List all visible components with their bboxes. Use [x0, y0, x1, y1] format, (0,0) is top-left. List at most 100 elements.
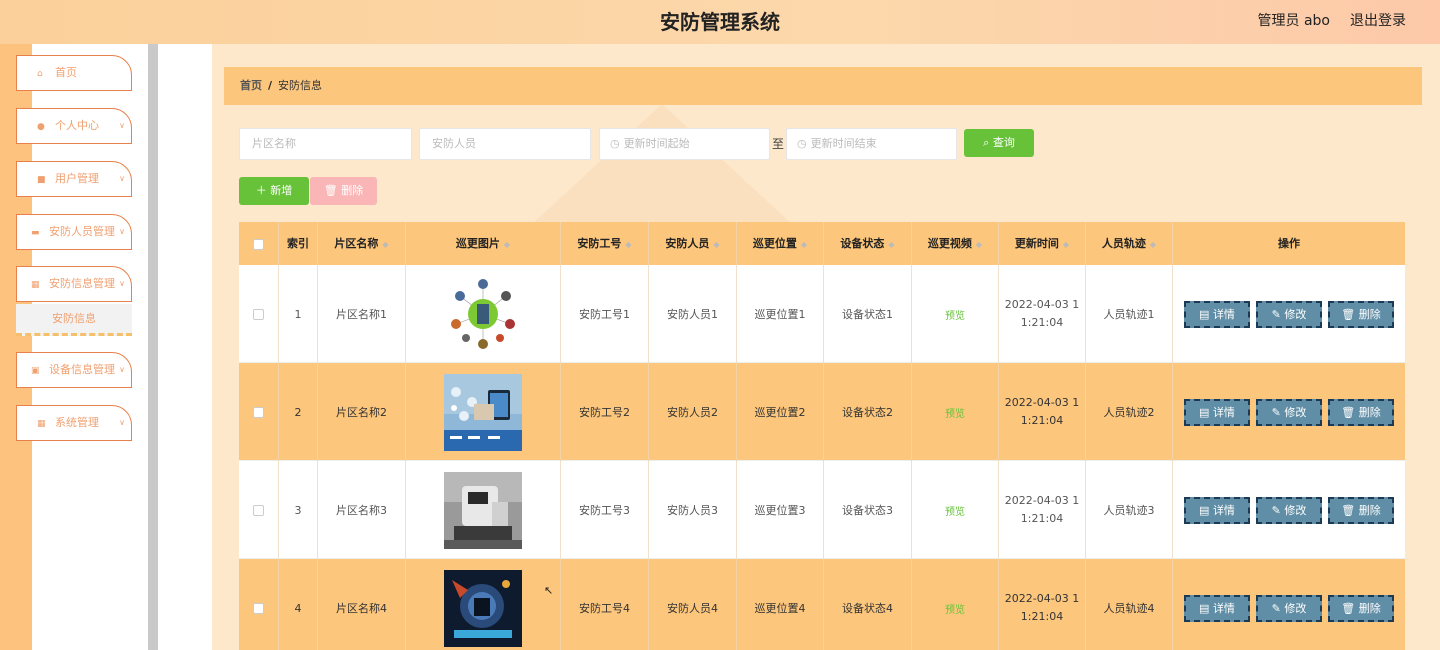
edit-button[interactable]: ✎ 修改: [1256, 398, 1322, 426]
sort-icon: ◆: [1062, 240, 1070, 249]
time-cell: 2022-04-03 1 1:21:04: [999, 559, 1086, 650]
video-cell: 预览: [912, 363, 999, 461]
breadcrumb-home[interactable]: 首页: [240, 79, 262, 92]
col-header[interactable]: 安防人员 ◆: [649, 222, 737, 265]
detail-button[interactable]: ▤ 详情: [1184, 300, 1250, 328]
sidebar-item-home[interactable]: ⌂ 首页: [16, 55, 132, 91]
ops-cell: ▤ 详情 ✎ 修改 🗑 删除: [1173, 265, 1405, 363]
job-no-cell: 安防工号2: [561, 363, 649, 461]
position-cell: 巡更位置2: [737, 363, 824, 461]
breadcrumb: 首页 / 安防信息: [224, 67, 1422, 105]
search-button[interactable]: ⌕ 查询: [964, 129, 1034, 157]
delete-button[interactable]: 🗑 删除: [1328, 496, 1394, 524]
table-row: 3 片区名称3 安防工号3 安防人员3 巡更位置3 设备状态3 预览 2022-…: [239, 461, 1405, 559]
breadcrumb-separator: /: [268, 79, 273, 92]
sort-icon: ◆: [1149, 240, 1157, 249]
detail-button[interactable]: ▤ 详情: [1184, 496, 1250, 524]
sidebar-item-devices[interactable]: ▣ 设备信息管理 ∨: [16, 352, 132, 388]
ops-cell: ▤ 详情 ✎ 修改 🗑 删除: [1173, 559, 1405, 650]
job-no-cell: 安防工号4: [561, 559, 649, 650]
video-preview-link[interactable]: 预览: [945, 307, 965, 322]
sidebar-item-system[interactable]: ▦ 系统管理 ∨: [16, 405, 132, 441]
batch-delete-button[interactable]: 🗑 删除: [310, 177, 377, 205]
sidebar-item-users[interactable]: ■ 用户管理 ∨: [16, 161, 132, 197]
chevron-up-icon: ∨: [119, 279, 125, 288]
time-cell: 2022-04-03 1 1:21:04: [999, 363, 1086, 461]
row-checkbox[interactable]: [253, 602, 264, 614]
end-time-input[interactable]: ◷ 更新时间结束: [786, 128, 957, 160]
patrol-image[interactable]: [444, 275, 522, 353]
edit-button[interactable]: ✎ 修改: [1256, 300, 1322, 328]
col-header[interactable]: 更新时间 ◆: [999, 222, 1086, 265]
add-button[interactable]: ＋ 新增: [239, 177, 309, 205]
delete-button[interactable]: 🗑 删除: [1328, 398, 1394, 426]
security-person-input[interactable]: 安防人员: [419, 128, 591, 160]
row-checkbox[interactable]: [253, 504, 264, 516]
col-header[interactable]: 巡更位置 ◆: [737, 222, 824, 265]
area-name-input[interactable]: 片区名称: [239, 128, 412, 160]
col-header[interactable]: 安防工号 ◆: [561, 222, 649, 265]
start-time-input[interactable]: ◷ 更新时间起始: [599, 128, 770, 160]
sort-icon: ◆: [975, 240, 983, 249]
status-cell: 设备状态1: [824, 265, 912, 363]
table-header: 索引 片区名称 ◆ 巡更图片 ◆ 安防工号 ◆ 安防人员 ◆ 巡更位置 ◆ 设备状态 ◆ 巡…: [239, 222, 1405, 265]
patrol-image[interactable]: [444, 471, 522, 549]
area-cell: 片区名称1: [318, 265, 406, 363]
detail-button[interactable]: ▤ 详情: [1184, 594, 1250, 622]
trash-icon: 🗑: [1341, 307, 1359, 321]
col-header[interactable]: 人员轨迹 ◆: [1086, 222, 1173, 265]
person-cell: 安防人员4: [649, 559, 737, 650]
patrol-image-cell: [406, 363, 561, 461]
document-icon: ▤: [1199, 405, 1213, 419]
clipboard-icon: ▣: [31, 366, 40, 376]
logout-link[interactable]: 退出登录: [1350, 0, 1406, 42]
video-preview-link[interactable]: 预览: [945, 601, 965, 616]
col-header[interactable]: 设备状态 ◆: [824, 222, 912, 265]
sidebar-item-security-info[interactable]: ▦ 安防信息管理 ∨: [16, 266, 132, 302]
chat-icon: ■: [37, 175, 46, 185]
select-all-checkbox[interactable]: [253, 238, 264, 250]
row-checkbox[interactable]: [253, 406, 264, 418]
document-icon: ▤: [1199, 503, 1213, 517]
user-icon: ●: [37, 122, 45, 132]
video-preview-link[interactable]: 预览: [945, 405, 965, 420]
delete-button[interactable]: 🗑 删除: [1328, 300, 1394, 328]
trash-icon: 🗑: [1341, 503, 1359, 517]
row-checkbox[interactable]: [253, 308, 264, 320]
col-header[interactable]: 片区名称 ◆: [318, 222, 406, 265]
patrol-image[interactable]: [444, 569, 522, 647]
delete-button[interactable]: 🗑 删除: [1328, 594, 1394, 622]
sidebar-scrollbar[interactable]: [148, 44, 158, 650]
patrol-image[interactable]: [444, 373, 522, 451]
col-header[interactable]: 巡更图片 ◆: [406, 222, 561, 265]
table-row: 4 片区名称4 安防工号4 安防人员4 巡更位置4 设备状态4 预览 2022-…: [239, 559, 1405, 650]
area-cell: 片区名称2: [318, 363, 406, 461]
edit-icon: ✎: [1271, 601, 1285, 615]
edit-button[interactable]: ✎ 修改: [1256, 496, 1322, 524]
area-cell: 片区名称4: [318, 559, 406, 650]
track-cell: 人员轨迹2: [1086, 363, 1173, 461]
edit-button[interactable]: ✎ 修改: [1256, 594, 1322, 622]
table-row: 1 片区名称1 安防工号1 安防人员1 巡更位置1 设备状态1 预览 2022-…: [239, 265, 1405, 363]
sidebar-subitem-security-info[interactable]: 安防信息: [16, 304, 132, 336]
row-select-cell: [239, 559, 279, 650]
detail-button[interactable]: ▤ 详情: [1184, 398, 1250, 426]
range-separator: 至: [772, 137, 785, 151]
status-cell: 设备状态3: [824, 461, 912, 559]
chevron-down-icon: ∨: [119, 227, 125, 236]
sort-icon: ◆: [888, 240, 895, 249]
sort-icon: ◆: [713, 240, 720, 249]
breadcrumb-current: 安防信息: [278, 79, 323, 92]
sidebar-item-profile[interactable]: ● 个人中心 ∨: [16, 108, 132, 144]
track-cell: 人员轨迹3: [1086, 461, 1173, 559]
security-info-table: 索引 片区名称 ◆ 巡更图片 ◆ 安防工号 ◆ 安防人员 ◆ 巡更位置 ◆ 设备状态 ◆ 巡…: [239, 222, 1405, 650]
col-header[interactable]: 巡更视频 ◆: [912, 222, 999, 265]
ops-cell: ▤ 详情 ✎ 修改 🗑 删除: [1173, 461, 1405, 559]
mouse-cursor-icon: ↖: [544, 584, 554, 597]
document-icon: ▤: [1199, 601, 1213, 615]
sidebar-item-security-staff[interactable]: ▬ 安防人员管理 ∨: [16, 214, 132, 250]
area-cell: 片区名称3: [318, 461, 406, 559]
track-cell: 人员轨迹4: [1086, 559, 1173, 650]
patrol-image-cell: [406, 559, 561, 650]
video-preview-link[interactable]: 预览: [945, 503, 965, 518]
